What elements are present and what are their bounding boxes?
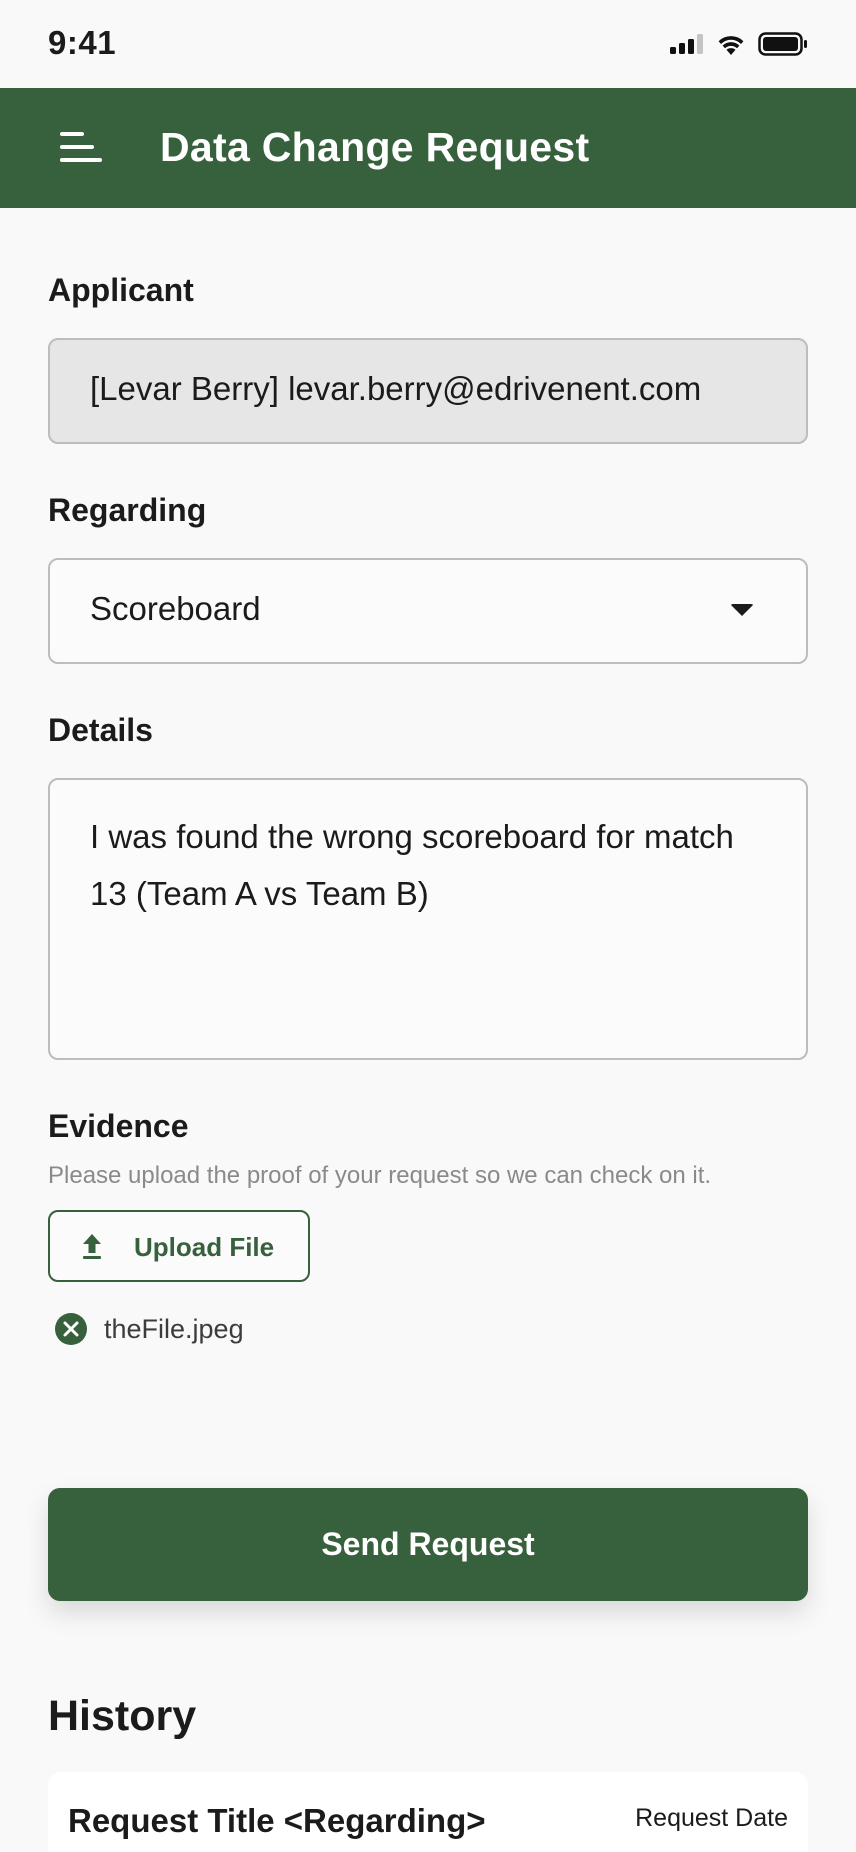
details-textarea[interactable]: I was found the wrong scoreboard for mat… [48, 778, 808, 1060]
remove-file-icon[interactable] [54, 1312, 88, 1346]
evidence-label: Evidence [48, 1108, 189, 1144]
evidence-help-text: Please upload the proof of your request … [48, 1162, 712, 1189]
upload-file-button[interactable]: Upload File [48, 1210, 310, 1282]
regarding-select[interactable]: Scoreboard [48, 558, 808, 664]
regarding-selected-value: Scoreboard [90, 590, 261, 627]
details-label: Details [48, 712, 153, 748]
upload-icon [83, 1234, 101, 1259]
applicant-label: Applicant [48, 272, 194, 308]
wifi-icon [718, 36, 744, 55]
details-value: I was found the wrong scoreboard for mat… [90, 818, 734, 912]
caret-down-icon [730, 604, 754, 616]
applicant-value: [Levar Berry] levar.berry@edrivenent.com [90, 370, 702, 407]
send-request-button[interactable]: Send Request [48, 1488, 808, 1601]
history-item-title: Request Title <Regarding> [68, 1802, 486, 1839]
history-heading: History [48, 1692, 197, 1740]
page-title: Data Change Request [160, 124, 590, 170]
status-bar: 9:41 [0, 0, 856, 88]
regarding-label: Regarding [48, 492, 207, 528]
status-time: 9:41 [48, 24, 117, 61]
attached-file-name: theFile.jpeg [104, 1314, 244, 1344]
status-icons [670, 32, 808, 56]
hamburger-menu-icon[interactable] [60, 130, 102, 164]
applicant-field: [Levar Berry] levar.berry@edrivenent.com [48, 338, 808, 444]
history-item-date: Request Date [635, 1804, 788, 1832]
history-item[interactable]: Request Title <Regarding> Request Date [48, 1772, 808, 1852]
app-bar: Data Change Request [0, 88, 856, 208]
cellular-signal-icon [670, 34, 703, 54]
upload-file-label: Upload File [134, 1232, 275, 1262]
battery-icon [758, 32, 807, 56]
